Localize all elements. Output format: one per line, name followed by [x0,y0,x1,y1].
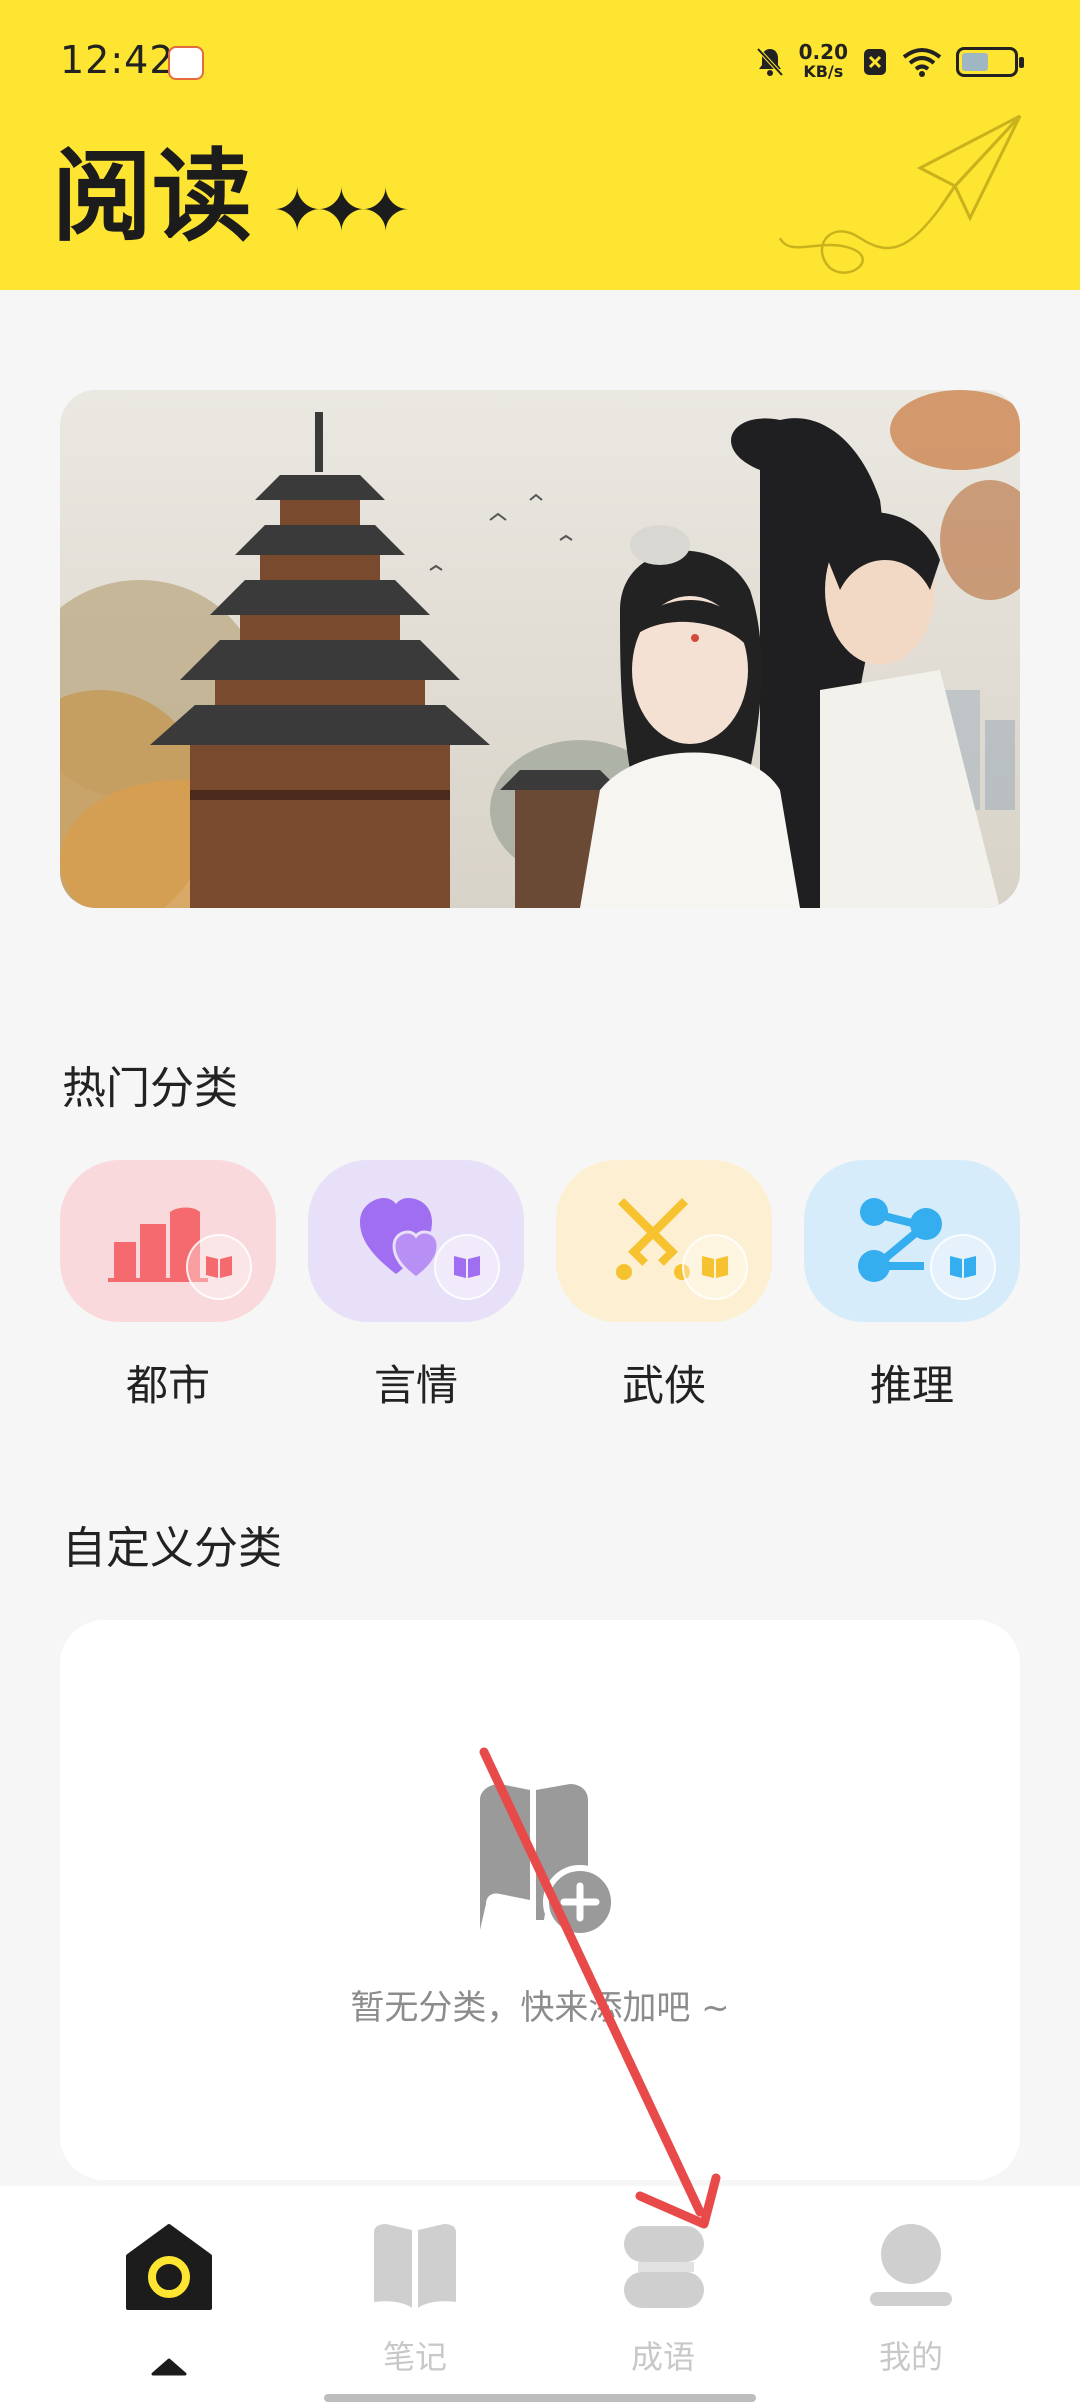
mute-bell-icon [756,47,784,77]
category-romance-label: 言情 [373,1361,458,1410]
status-bar: 12:42 0.20 KB/s [0,0,1080,120]
app-notification-icon [168,46,204,80]
nav-idioms-label: 成语 [630,2338,695,2376]
nav-profile-label: 我的 [878,2338,943,2376]
wifi-icon [902,48,942,77]
scroll-icon [624,2226,704,2308]
nav-home[interactable] [34,2186,304,2408]
open-book-icon [374,2224,456,2308]
hot-categories-list: 都市 言情 武侠 推理 [60,1160,1020,1420]
category-wuxia-tile[interactable] [556,1160,772,1322]
sim-x-icon [864,49,886,75]
custom-categories-title: 自定义分类 [62,1523,282,1574]
hot-categories-title: 热门分类 [62,1063,238,1114]
category-city-tile[interactable] [60,1160,276,1322]
book-badge-icon [434,1234,500,1300]
category-romance-tile[interactable] [308,1160,524,1322]
network-speed: 0.20 KB/s [799,42,848,82]
add-book-icon[interactable] [460,1780,640,1940]
page-title: 阅读 [52,137,252,255]
empty-state-text: 暂无分类，快来添加吧 ~ [350,1988,730,2028]
book-badge-icon [682,1234,748,1300]
gesture-bar[interactable] [324,2394,756,2402]
custom-categories-panel: 暂无分类，快来添加吧 ~ [60,1620,1020,2180]
nav-idioms[interactable]: 成语 [528,2186,798,2408]
status-indicators: 0.20 KB/s [755,42,1024,82]
nav-profile[interactable]: 我的 [776,2186,1046,2408]
featured-banner-image[interactable] [60,390,1020,908]
book-badge-icon [186,1234,252,1300]
category-romance[interactable]: 言情 [308,1160,524,1420]
category-city-label: 都市 [125,1361,210,1410]
category-wuxia-label: 武侠 [621,1361,706,1410]
network-speed-value: 0.20 [798,40,848,64]
category-city[interactable]: 都市 [60,1160,276,1420]
category-mystery-label: 推理 [869,1361,954,1410]
home-icon [126,2224,212,2310]
status-time: 12:42 [60,38,175,82]
active-caret-icon [151,2358,187,2376]
banner-illustration [60,390,1020,908]
profile-icon [870,2224,952,2306]
paper-plane-icon [778,114,1022,274]
category-wuxia[interactable]: 武侠 [556,1160,772,1420]
category-mystery-tile[interactable] [804,1160,1020,1322]
network-speed-unit: KB/s [803,62,844,81]
battery-icon [956,47,1024,77]
app-header: 12:42 0.20 KB/s 阅读 ✦✦✦ [0,0,1080,290]
sparkle-stars-icon: ✦✦✦ [272,176,411,246]
nav-notes-label: 笔记 [382,2338,447,2376]
book-badge-icon [930,1234,996,1300]
category-mystery[interactable]: 推理 [804,1160,1020,1420]
nav-notes[interactable]: 笔记 [280,2186,550,2408]
bottom-navigation: 笔记 成语 我的 [0,2186,1080,2408]
